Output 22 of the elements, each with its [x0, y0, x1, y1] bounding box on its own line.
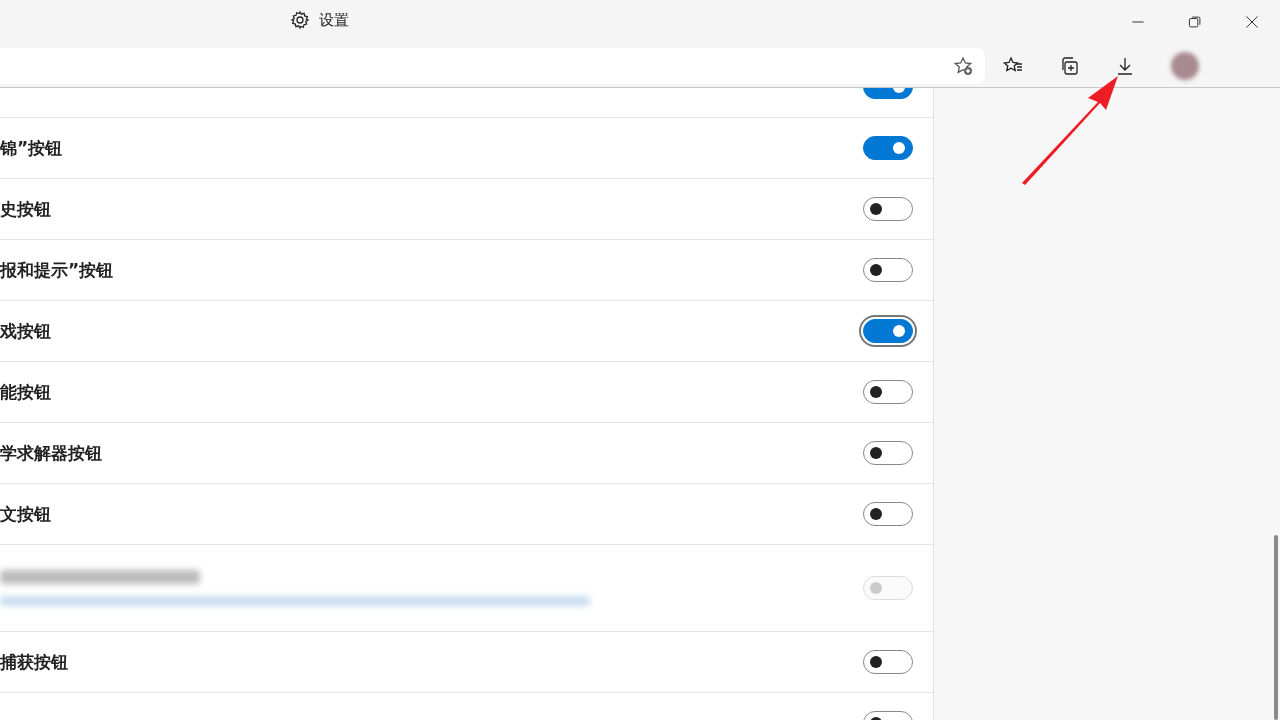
setting-label: 史按钮: [0, 197, 51, 221]
setting-label: 捕获按钮: [0, 650, 68, 674]
setting-label: 报和提示”按钮: [0, 258, 114, 282]
scrollbar[interactable]: [1274, 535, 1278, 720]
settings-icon: [290, 10, 310, 30]
setting-label: 戏按钮: [0, 319, 51, 343]
toggle-switch[interactable]: [863, 441, 913, 465]
setting-label: 文按钮: [0, 502, 51, 526]
toggle-switch[interactable]: [863, 258, 913, 282]
avatar[interactable]: [1171, 51, 1199, 80]
setting-label: 能按钮: [0, 380, 51, 404]
toggle-switch[interactable]: [863, 502, 913, 526]
setting-label: 锦”按钮: [0, 136, 63, 160]
add-favorite-icon[interactable]: [953, 55, 973, 76]
toggle-switch[interactable]: [863, 650, 913, 674]
toggle-switch[interactable]: [863, 197, 913, 221]
restore-icon[interactable]: [1187, 15, 1202, 29]
close-icon[interactable]: [1244, 15, 1259, 29]
setting-label: 学求解器按钮: [0, 441, 102, 465]
toggle-switch[interactable]: [863, 380, 913, 404]
toggle-switch[interactable]: [863, 136, 913, 160]
window-title: 设置: [319, 10, 349, 30]
